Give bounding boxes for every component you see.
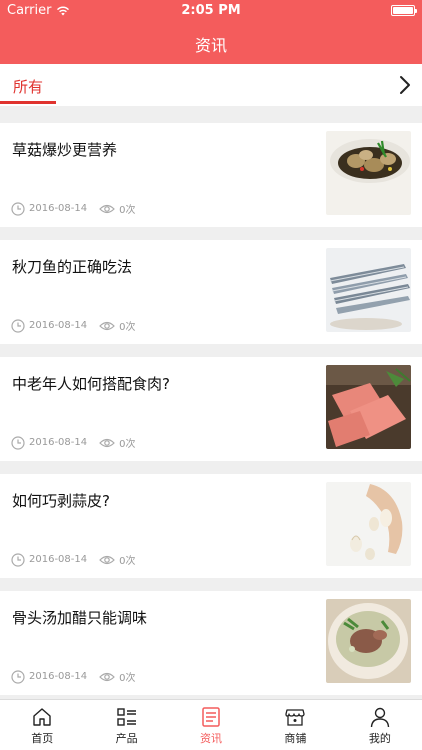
user-icon: [370, 707, 390, 728]
news-icon: [202, 707, 220, 727]
nav-products-label: 产品: [115, 732, 138, 745]
nav-products[interactable]: 产品: [84, 700, 168, 750]
article-views: 0次: [119, 439, 136, 450]
eye-icon: [99, 555, 115, 564]
list-item[interactable]: 草菇爆炒更营养 2016-08-14 0次: [0, 123, 422, 227]
nav-home[interactable]: 首页: [0, 700, 84, 750]
article-thumbnail-meat: [326, 365, 411, 449]
peeling-garlic-image: [326, 482, 411, 566]
nav-shop[interactable]: 商铺: [253, 700, 337, 750]
list-icon: [116, 708, 136, 726]
list-item[interactable]: 中老年人如何搭配食肉? 2016-08-14 0次: [0, 357, 422, 461]
article-meta: 2016-08-14 0次: [11, 669, 136, 684]
article-views: 0次: [119, 322, 136, 333]
mushroom-dish-image: [326, 131, 411, 215]
status-time: 2:05 PM: [181, 3, 241, 18]
bone-soup-image: [326, 599, 411, 683]
saury-fish-image: [326, 248, 411, 332]
article-date: 2016-08-14: [29, 437, 88, 448]
home-icon: [33, 708, 51, 726]
eye-icon: [99, 672, 115, 681]
battery-icon: [391, 5, 417, 16]
clock-icon: [11, 318, 25, 333]
article-date: 2016-08-14: [29, 554, 88, 565]
article-thumbnail-bone-soup: [326, 599, 411, 683]
bottom-tab-bar: 首页 产品 资讯 商铺 我的: [0, 699, 422, 750]
category-tabbar: 所有: [0, 64, 422, 106]
nav-shop-label: 商铺: [284, 732, 307, 745]
list-item[interactable]: 秋刀鱼的正确吃法 2016-08-14 0次: [0, 240, 422, 344]
article-date: 2016-08-14: [29, 320, 88, 331]
article-title: 如何巧剥蒜皮?: [12, 492, 110, 510]
eye-icon: [99, 321, 115, 330]
article-views: 0次: [119, 673, 136, 684]
clock-icon: [11, 435, 25, 450]
article-date: 2016-08-14: [29, 671, 88, 682]
eye-icon: [99, 438, 115, 447]
nav-news-label: 资讯: [200, 732, 223, 745]
article-thumbnail-garlic: [326, 482, 411, 566]
raw-meat-image: [326, 365, 411, 449]
list-item[interactable]: 如何巧剥蒜皮? 2016-08-14 0次: [0, 474, 422, 578]
article-title: 骨头汤加醋只能调味: [12, 609, 148, 627]
clock-icon: [11, 552, 25, 567]
tab-all[interactable]: 所有: [13, 76, 43, 97]
nav-news[interactable]: 资讯: [169, 700, 253, 750]
article-title: 中老年人如何搭配食肉?: [12, 375, 170, 393]
article-views: 0次: [119, 556, 136, 567]
nav-profile-label: 我的: [368, 732, 391, 745]
article-meta: 2016-08-14 0次: [11, 201, 136, 216]
article-meta: 2016-08-14 0次: [11, 552, 136, 567]
chevron-right-icon[interactable]: [398, 74, 412, 96]
article-meta: 2016-08-14 0次: [11, 435, 136, 450]
nav-home-label: 首页: [31, 732, 54, 745]
article-thumbnail-saury: [326, 248, 411, 332]
article-views: 0次: [119, 205, 136, 216]
page-title: 资讯: [194, 36, 227, 55]
shop-icon: [285, 709, 306, 726]
article-meta: 2016-08-14 0次: [11, 318, 136, 333]
article-title: 草菇爆炒更营养: [12, 141, 118, 159]
article-title: 秋刀鱼的正确吃法: [12, 258, 133, 276]
app-header: Carrier 2:05 PM 资讯: [0, 0, 422, 64]
list-item[interactable]: 骨头汤加醋只能调味 2016-08-14 0次: [0, 591, 422, 695]
clock-icon: [11, 669, 25, 684]
clock-icon: [11, 201, 25, 216]
eye-icon: [99, 204, 115, 213]
status-bar: Carrier 2:05 PM: [0, 0, 422, 22]
article-date: 2016-08-14: [29, 203, 88, 214]
article-thumbnail-mushroom: [326, 131, 411, 215]
active-tab-indicator: [0, 101, 56, 104]
nav-profile[interactable]: 我的: [338, 700, 422, 750]
